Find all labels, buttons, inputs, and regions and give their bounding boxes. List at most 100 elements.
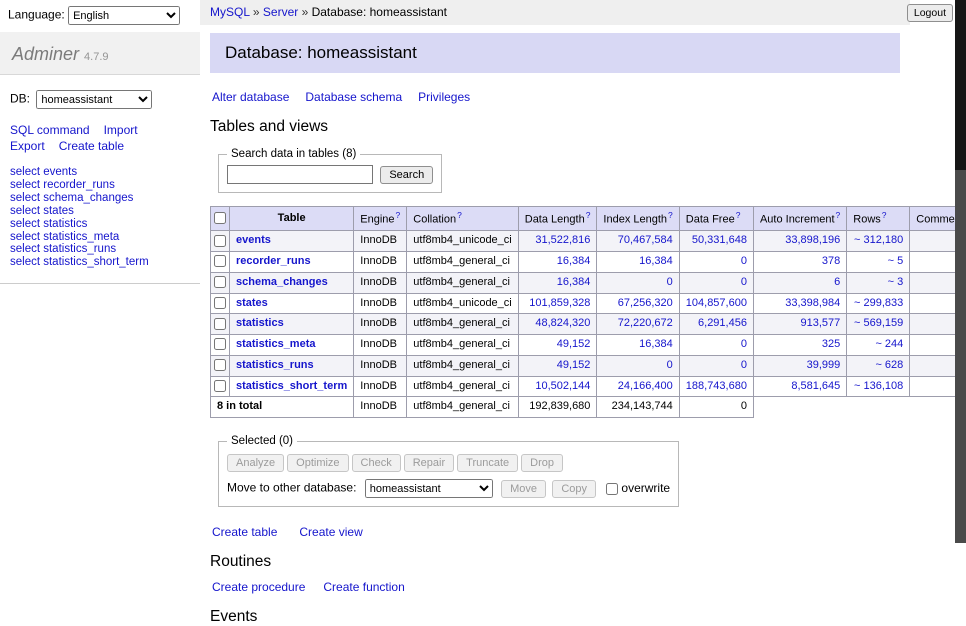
column-header-label: Rows	[853, 214, 881, 226]
table-name-link[interactable]: recorder_runs	[236, 255, 311, 267]
column-header-collation: Collation?	[407, 207, 518, 231]
sidebar-link-select-statistics-runs[interactable]: select statistics_runs	[10, 243, 190, 256]
help-icon[interactable]: ?	[882, 210, 887, 220]
row-checkbox[interactable]	[214, 380, 226, 392]
row-checkbox[interactable]	[214, 359, 226, 371]
rows-count-link[interactable]: ~ 3	[888, 276, 904, 288]
table-name-link[interactable]: states	[236, 297, 268, 309]
sidebar-link-select-statistics-meta[interactable]: select statistics_meta	[10, 231, 190, 244]
rows-cell: ~ 628	[847, 355, 910, 376]
sidebar-action-sql-command[interactable]: SQL command	[10, 123, 90, 137]
select-all-header	[211, 207, 230, 231]
table-name-link[interactable]: statistics_meta	[236, 338, 316, 350]
sidebar-link-select-events[interactable]: select events	[10, 166, 190, 179]
table-name-link[interactable]: schema_changes	[236, 276, 328, 288]
sidebar-link-select-schema-changes[interactable]: select schema_changes	[10, 192, 190, 205]
auto-increment-cell: 378	[753, 252, 846, 273]
app-brand: Adminer	[12, 44, 79, 64]
scrollbar-thumb[interactable]	[955, 0, 966, 170]
row-select-cell	[211, 335, 230, 356]
optimize-button[interactable]: Optimize	[287, 454, 348, 472]
row-checkbox[interactable]	[214, 235, 226, 247]
auto-increment-cell: 913,577	[753, 314, 846, 335]
table-name-link[interactable]: events	[236, 234, 271, 246]
sidebar-link-select-statistics[interactable]: select statistics	[10, 218, 190, 231]
nav-link-database-schema[interactable]: Database schema	[305, 90, 402, 104]
data-length-cell: 48,824,320	[518, 314, 597, 335]
nav-link-privileges[interactable]: Privileges	[418, 90, 470, 104]
overwrite-control[interactable]: overwrite	[606, 481, 670, 495]
data-free-cell: 50,331,648	[679, 231, 753, 252]
row-checkbox[interactable]	[214, 318, 226, 330]
drop-button[interactable]: Drop	[521, 454, 563, 472]
vertical-scrollbar[interactable]	[955, 0, 966, 543]
column-header-index-length: Index Length?	[597, 207, 679, 231]
help-icon[interactable]: ?	[396, 210, 401, 220]
check-button[interactable]: Check	[352, 454, 401, 472]
sidebar-link-select-statistics-short-term[interactable]: select statistics_short_term	[10, 256, 190, 269]
table-name-link[interactable]: statistics_short_term	[236, 380, 347, 392]
move-button[interactable]: Move	[501, 480, 546, 498]
help-icon[interactable]: ?	[457, 210, 462, 220]
copy-button[interactable]: Copy	[552, 480, 596, 498]
index-length-cell: 0	[597, 272, 679, 293]
sidebar-actions: SQL command Import Export Create table	[0, 115, 200, 156]
rows-cell: ~ 299,833	[847, 293, 910, 314]
routines-link-create-procedure[interactable]: Create procedure	[212, 580, 305, 594]
rows-count-link[interactable]: ~ 136,108	[854, 380, 903, 392]
table-name-link[interactable]: statistics	[236, 317, 284, 329]
table-name-cell: states	[230, 293, 354, 314]
breadcrumb-item-server[interactable]: Server	[263, 5, 298, 19]
analyze-button[interactable]: Analyze	[227, 454, 284, 472]
row-checkbox[interactable]	[214, 338, 226, 350]
sidebar-action-export[interactable]: Export	[10, 139, 45, 153]
help-icon[interactable]: ?	[736, 210, 741, 220]
data-length-cell: 49,152	[518, 335, 597, 356]
rows-count-link[interactable]: ~ 244	[875, 338, 903, 350]
collation-cell: utf8mb4_general_ci	[407, 314, 518, 335]
nav-link-alter-database[interactable]: Alter database	[212, 90, 289, 104]
repair-button[interactable]: Repair	[404, 454, 454, 472]
help-icon[interactable]: ?	[586, 210, 591, 220]
table-name-link[interactable]: statistics_runs	[236, 359, 314, 371]
breadcrumb-item-mysql[interactable]: MySQL	[210, 5, 250, 19]
move-db-select[interactable]: homeassistant	[365, 479, 493, 498]
rows-count-link[interactable]: ~ 628	[875, 359, 903, 371]
table-name-cell: statistics_runs	[230, 355, 354, 376]
row-checkbox[interactable]	[214, 276, 226, 288]
rows-count-link[interactable]: ~ 312,180	[854, 234, 903, 246]
rows-cell: ~ 244	[847, 335, 910, 356]
rows-count-link[interactable]: ~ 5	[888, 255, 904, 267]
search-input[interactable]	[227, 165, 373, 184]
total-label-cell: 8 in total	[211, 397, 354, 418]
sidebar-link-select-states[interactable]: select states	[10, 205, 190, 218]
rows-count-link[interactable]: ~ 569,159	[854, 317, 903, 329]
row-select-cell	[211, 355, 230, 376]
overwrite-checkbox[interactable]	[606, 483, 618, 495]
truncate-button[interactable]: Truncate	[457, 454, 518, 472]
help-icon[interactable]: ?	[836, 210, 841, 220]
db-select[interactable]: homeassistant	[36, 90, 152, 109]
sidebar-link-select-recorder-runs[interactable]: select recorder_runs	[10, 179, 190, 192]
logout-button[interactable]: Logout	[907, 4, 953, 22]
help-icon[interactable]: ?	[668, 210, 673, 220]
select-all-checkbox[interactable]	[214, 212, 226, 224]
db-selector-row: DB: homeassistant	[0, 75, 200, 115]
footer-link-create-table[interactable]: Create table	[212, 525, 277, 539]
sidebar-action-create-table[interactable]: Create table	[59, 139, 124, 153]
search-button[interactable]: Search	[380, 166, 433, 184]
rows-count-link[interactable]: ~ 299,833	[854, 297, 903, 309]
language-select[interactable]: English	[68, 6, 180, 25]
sidebar-action-import[interactable]: Import	[104, 123, 138, 137]
rows-cell: ~ 569,159	[847, 314, 910, 335]
routines-link-create-function[interactable]: Create function	[323, 580, 404, 594]
breadcrumb-separator: »	[298, 5, 311, 19]
row-checkbox[interactable]	[214, 297, 226, 309]
footer-link-create-view[interactable]: Create view	[299, 525, 362, 539]
column-header-label: Engine	[360, 214, 394, 226]
engine-cell: InnoDB	[354, 293, 407, 314]
table-body: eventsInnoDButf8mb4_unicode_ci31,522,816…	[211, 231, 966, 418]
row-checkbox[interactable]	[214, 255, 226, 267]
move-row: Move to other database: homeassistant Mo…	[227, 479, 670, 498]
table-name-cell: schema_changes	[230, 272, 354, 293]
